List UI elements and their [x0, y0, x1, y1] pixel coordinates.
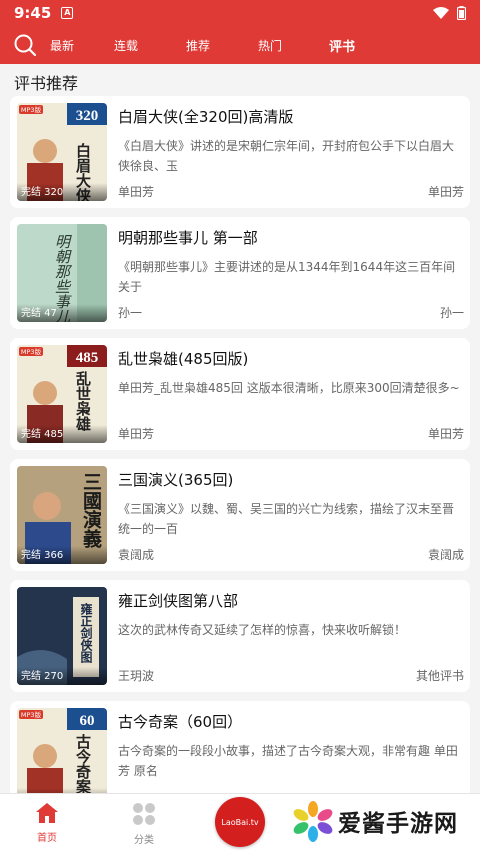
book-description: 这次的武林传奇又延续了怎样的惊喜，快来收听解锁！: [118, 623, 407, 637]
tab-serial[interactable]: 连载: [90, 37, 162, 54]
svg-text:MP3版: MP3版: [21, 710, 42, 719]
tab-storytelling[interactable]: 评书: [306, 36, 378, 55]
center-logo-button[interactable]: LaoBai.tv: [215, 797, 265, 847]
nav-home-label: 首页: [37, 833, 57, 844]
category-tabs: 最新 连载 推荐 热门 评书: [50, 36, 378, 55]
book-source: 单田芳: [427, 185, 464, 199]
watermark: 爱酱手游网: [292, 800, 458, 842]
book-title: 雍正剑侠图第八部: [118, 592, 239, 610]
nav-category[interactable]: 分类: [114, 802, 174, 846]
book-author: 单田芳: [118, 427, 155, 441]
cover-number: 320: [76, 108, 99, 124]
book-cover: 雍正剑侠图 完结 270: [17, 587, 107, 685]
book-title: 古今奇案（60回）: [118, 713, 243, 731]
cover-title: 乱世枭雄: [74, 370, 92, 432]
book-author: 王玥波: [118, 669, 155, 683]
book-author: 孙一: [118, 306, 143, 320]
book-source: 孙一: [439, 306, 464, 320]
grid-icon: [133, 803, 155, 825]
book-cover: 明朝那些事儿 完结 47: [17, 224, 107, 322]
book-card[interactable]: 明朝那些事儿 完结 47 明朝那些事儿 第一部 《明朝那些事儿》主要讲述的是从1…: [10, 217, 470, 329]
section-title: 评书推荐: [14, 74, 79, 93]
svg-text:MP3版: MP3版: [21, 347, 42, 356]
search-icon: [14, 34, 37, 57]
nav-category-label: 分类: [134, 835, 154, 846]
notification-icon: A: [61, 7, 74, 19]
status-bar: 9:45 A: [0, 0, 480, 26]
book-cover: 320 MP3版 白眉大侠 完结 320: [17, 103, 107, 201]
cover-number: 60: [80, 713, 95, 729]
home-icon: [36, 803, 58, 823]
book-card[interactable]: 雍正剑侠图 完结 270 雍正剑侠图第八部 这次的武林传奇又延续了怎样的惊喜，快…: [10, 580, 470, 692]
completed-badge: 完结 47: [17, 304, 107, 322]
book-description: 古今奇案的一段段小故事，描述了古今奇案大观，非常有趣 单田芳 原名: [118, 744, 458, 778]
book-cover: 485 MP3版 乱世枭雄 完结 485: [17, 345, 107, 443]
book-title: 明朝那些事儿 第一部: [118, 229, 258, 247]
book-title: 三国演义(365回): [118, 471, 234, 489]
cover-title: 古今奇案: [74, 733, 92, 795]
book-list: 320 MP3版 白眉大侠 完结 320 白眉大侠(全320回)高清版 《白眉大…: [10, 96, 470, 822]
search-button[interactable]: [0, 26, 50, 64]
book-source: 单田芳: [427, 427, 464, 441]
watermark-text: 爱酱手游网: [338, 811, 458, 837]
nav-home[interactable]: 首页: [17, 802, 77, 844]
wifi-icon: [433, 7, 449, 19]
book-cover: 60 MP3版 古今奇案: [17, 708, 107, 806]
cover-title: 三國演義: [80, 472, 102, 549]
completed-badge: 完结 320: [17, 183, 107, 201]
completed-badge: 完结 270: [17, 667, 107, 685]
tab-hot[interactable]: 热门: [234, 37, 306, 54]
top-nav: 最新 连载 推荐 热门 评书: [0, 26, 480, 64]
watermark-logo-icon: [293, 801, 333, 842]
book-author: 单田芳: [118, 185, 155, 199]
completed-badge: 完结 485: [17, 425, 107, 443]
cover-number: 485: [76, 350, 99, 366]
book-title: 白眉大侠(全320回)高清版: [118, 108, 294, 126]
book-description: 《三国演义》以魏、蜀、吴三国的兴亡为线索，描绘了汉末至晋统一的一百: [118, 502, 455, 536]
svg-text:MP3版: MP3版: [21, 105, 42, 114]
cover-title: 雍正剑侠图: [79, 602, 93, 664]
book-source: 其他评书: [415, 669, 464, 683]
book-title: 乱世枭雄(485回版): [118, 350, 249, 368]
book-card[interactable]: 320 MP3版 白眉大侠 完结 320 白眉大侠(全320回)高清版 《白眉大…: [10, 96, 470, 208]
book-description: 《白眉大侠》讲述的是宋朝仁宗年间，开封府包公手下以白眉大侠徐良、玉: [118, 139, 455, 173]
book-source: 袁阔成: [427, 548, 464, 562]
book-card[interactable]: 三國演義 完结 366 三国演义(365回) 《三国演义》以魏、蜀、吴三国的兴亡…: [10, 459, 470, 571]
tab-recommend[interactable]: 推荐: [162, 37, 234, 54]
book-description: 单田芳_乱世枭雄485回 这版本很清晰，比原来300回清楚很多~: [118, 381, 460, 395]
tab-latest[interactable]: 最新: [50, 37, 90, 54]
book-cover: 三國演義 完结 366: [17, 466, 107, 564]
status-time: 9:45: [14, 4, 52, 22]
book-description: 《明朝那些事儿》主要讲述的是从1344年到1644年这三百年间关于: [118, 260, 456, 294]
battery-icon: [457, 6, 466, 20]
book-author: 袁阔成: [118, 548, 155, 562]
completed-badge: 完结 366: [17, 546, 107, 564]
book-card[interactable]: 485 MP3版 乱世枭雄 完结 485 乱世枭雄(485回版) 单田芳_乱世枭…: [10, 338, 470, 450]
